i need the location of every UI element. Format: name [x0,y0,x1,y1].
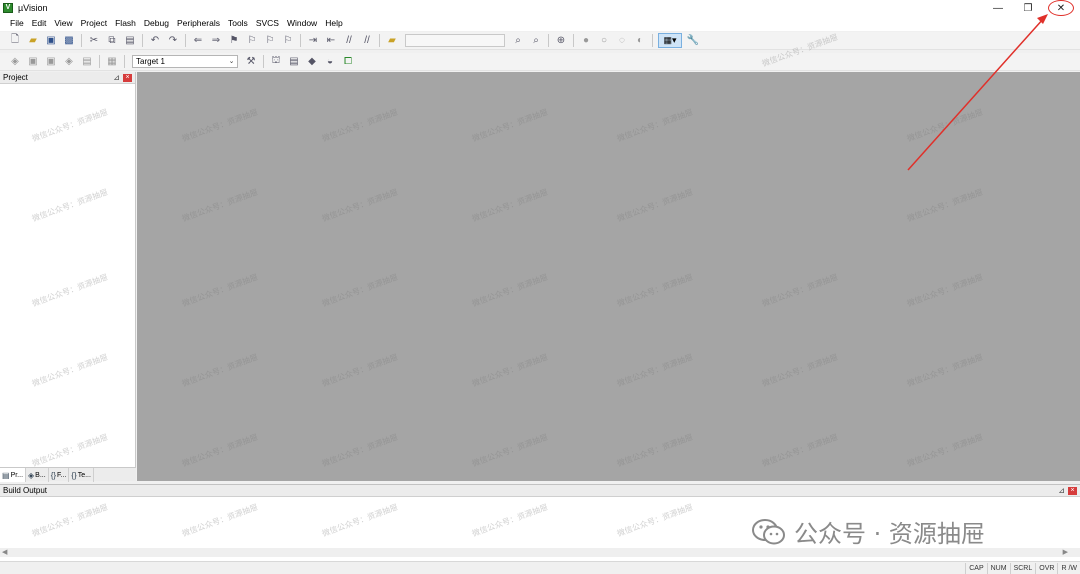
restore-button[interactable]: ❐ [1013,0,1043,16]
window-layout-button[interactable]: ▦▾ [658,33,682,48]
target-select-value: Target 1 [136,57,165,66]
bookmark-clear-icon[interactable]: ⚐ [281,34,295,48]
manage-components-icon[interactable]: ⛫ [269,55,283,69]
breakpoint-disable-icon[interactable]: ○ [597,34,611,48]
scroll-left-icon[interactable]: ◀ [2,548,7,556]
navigate-forward-icon[interactable]: ⇒ [209,34,223,48]
pin-icon[interactable]: ⊿ [1058,486,1065,495]
close-highlight-circle [1048,0,1074,16]
status-rw: R /W [1057,562,1080,574]
window-layout-icon: ▦▾ [663,35,677,45]
bookmark-prev-icon[interactable]: ⚐ [245,34,259,48]
menu-file[interactable]: File [6,16,28,31]
new-file-icon[interactable]: 🗋 [8,34,22,48]
build-output-header: Build Output ⊿ × [0,485,1080,497]
books-tab-icon: ◈ [28,470,35,480]
brand-watermark-text: 公众号 · 资源抽屉 [794,520,985,548]
breakpoint-kill-icon[interactable]: ◐ [633,34,647,48]
menu-debug[interactable]: Debug [140,16,173,31]
panel-close-icon[interactable]: × [123,74,132,82]
rebuild-icon[interactable]: ▣ [44,55,58,69]
minimize-button[interactable]: — [983,0,1013,16]
minimize-icon: — [993,2,1003,14]
navigate-back-icon[interactable]: ⇐ [191,34,205,48]
incremental-find-icon[interactable]: ⌕ [529,34,543,48]
uvision-app-icon: V [3,3,13,13]
uncomment-icon[interactable]: // [360,34,374,48]
restore-icon: ❐ [1023,2,1033,14]
find-combo[interactable] [405,34,505,47]
tab-templates[interactable]: {} Te... [69,468,94,482]
menu-window[interactable]: Window [283,16,321,31]
menu-bar: File Edit View Project Flash Debug Perip… [0,16,1080,31]
project-panel-tabs: ▤ Pr... ◈ B... {} F... {} Te... [0,467,136,482]
undo-icon[interactable]: ↶ [148,34,162,48]
batch-build-icon[interactable]: ◈ [62,55,76,69]
tab-books[interactable]: ◈ B... [26,468,49,482]
paste-icon[interactable]: ▤ [123,34,137,48]
stop-build-icon[interactable]: ▦ [105,55,119,69]
panel-close-icon[interactable]: × [1068,487,1077,495]
templates-tab-icon: {} [71,470,77,480]
editor-area[interactable] [137,72,1080,481]
build-icon[interactable]: ▣ [26,55,40,69]
bookmark-next-icon[interactable]: ⚐ [263,34,277,48]
find-in-files-icon[interactable]: ▰ [385,34,399,48]
debug-session-icon[interactable]: ⊕ [554,34,568,48]
menu-flash[interactable]: Flash [111,16,140,31]
menu-view[interactable]: View [50,16,76,31]
chevron-down-icon: ⌄ [228,58,235,65]
save-all-icon[interactable]: ▩ [62,34,76,48]
status-cap: CAP [965,562,986,574]
bookmark-toggle-icon[interactable]: ⚑ [227,34,241,48]
find-icon[interactable]: ⌕ [511,34,525,48]
horizontal-scrollbar[interactable]: ◀ ▶ [0,548,1080,557]
file-toolbar: 🗋 ▰ ▣ ▩ ✂ ⧉ ▤ ↶ ↷ ⇐ ⇒ ⚑ ⚐ ⚐ ⚐ ⇥ ⇤ // // … [0,32,1080,50]
wechat-logo-icon [752,518,785,544]
menu-tools[interactable]: Tools [224,16,252,31]
open-folder-icon[interactable]: ▰ [26,34,40,48]
target-options-icon[interactable]: ⚒ [244,55,258,69]
project-tab-icon: ▤ [2,470,10,480]
brand-watermark: 公众号 · 资源抽屉 [752,514,985,549]
build-output-title: Build Output [3,486,48,495]
menu-svcs[interactable]: SVCS [252,16,283,31]
menu-peripherals[interactable]: Peripherals [173,16,224,31]
project-panel-title: Project [3,73,28,82]
unindent-icon[interactable]: ⇤ [324,34,338,48]
menu-project[interactable]: Project [77,16,111,31]
breakpoint-clear-icon[interactable]: ◌ [615,34,629,48]
comment-icon[interactable]: // [342,34,356,48]
scroll-right-icon[interactable]: ▶ [1063,548,1068,556]
window-title: µVision [18,3,48,13]
project-panel: Project ⊿ × ▤ Pr... ◈ B... {} F... {} Te… [0,72,136,482]
title-bar: V µVision — ❐ ✕ [0,0,1080,16]
target-select[interactable]: Target 1 ⌄ [132,55,238,68]
status-num: NUM [986,562,1010,574]
select-packs-icon[interactable]: ◆ [305,55,319,69]
save-icon[interactable]: ▣ [44,34,58,48]
redo-icon[interactable]: ↷ [166,34,180,48]
tab-functions[interactable]: {} F... [49,468,70,482]
tab-project[interactable]: ▤ Pr... [0,468,27,482]
configure-icon[interactable]: 🔧 [686,34,700,48]
functions-tab-icon: {} [50,470,57,480]
menu-edit[interactable]: Edit [28,16,51,31]
file-extensions-icon[interactable]: ▤ [287,55,301,69]
copy-icon[interactable]: ⧉ [105,34,119,48]
translate-icon[interactable]: ◈ [8,55,22,69]
status-scrl: SCRL [1009,562,1036,574]
manage-run-time-icon[interactable]: ◒ [323,55,337,69]
menu-help[interactable]: Help [321,16,346,31]
pin-icon[interactable]: ⊿ [113,73,120,82]
project-panel-header: Project ⊿ × [0,72,135,84]
cut-icon[interactable]: ✂ [87,34,101,48]
status-ovr: OVR [1035,562,1057,574]
breakpoint-icon[interactable]: ● [579,34,593,48]
download-icon[interactable]: ▤ [80,55,94,69]
build-toolbar: ◈ ▣ ▣ ◈ ▤ ▦ Target 1 ⌄ ⚒ ⛫ ▤ ◆ ◒ ⧠ [0,53,1080,71]
pack-installer-icon[interactable]: ⧠ [341,55,355,69]
status-bar: CAP NUM SCRL OVR R /W [0,561,1080,574]
indent-icon[interactable]: ⇥ [306,34,320,48]
